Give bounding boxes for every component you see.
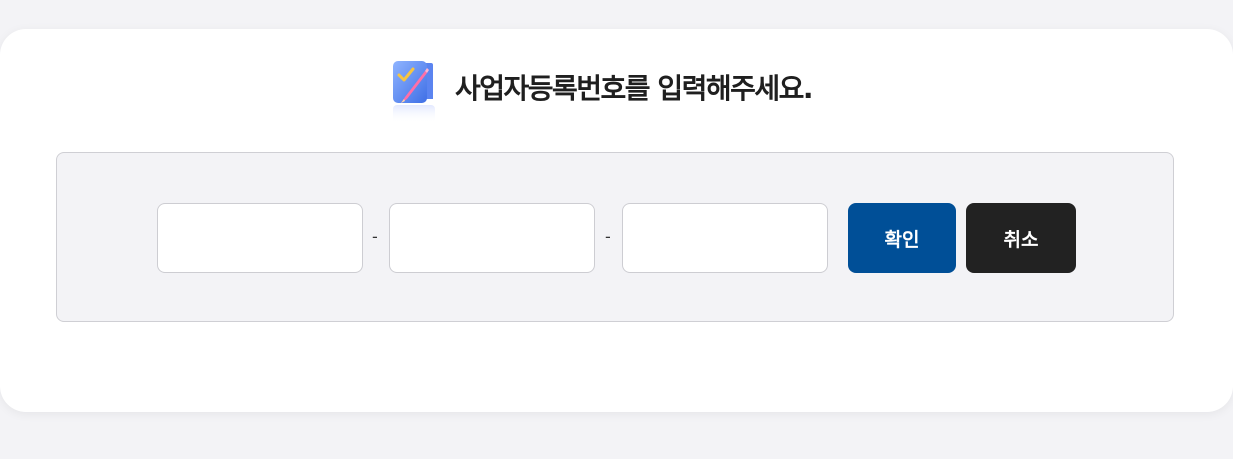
dialog-header: 사업자등록번호를 입력해주세요.: [0, 58, 1233, 128]
separator-dash-1: -: [372, 227, 378, 246]
business-number-field-2[interactable]: [389, 203, 595, 273]
separator-dash-2: -: [605, 227, 611, 246]
cancel-button[interactable]: 취소: [966, 203, 1076, 273]
dialog-title: 사업자등록번호를 입력해주세요.: [454, 72, 814, 105]
pencil-checklist-icon: [392, 61, 435, 123]
business-number-field-3[interactable]: [622, 203, 828, 273]
confirm-button[interactable]: 확인: [848, 203, 956, 273]
business-number-field-1[interactable]: [157, 203, 363, 273]
business-number-input-panel: - - 확인 취소: [56, 152, 1174, 322]
